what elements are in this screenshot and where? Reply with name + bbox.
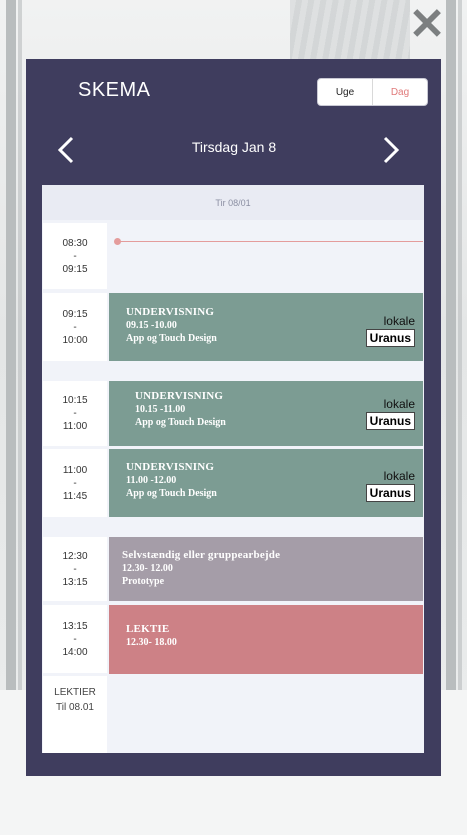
- slot-dash: -: [73, 408, 77, 419]
- event-time: 12.30- 12.00: [122, 563, 173, 574]
- day-header: Tir 08/01: [42, 185, 424, 220]
- event-card[interactable]: UNDERVISNING 10.15 -11.00 App og Touch D…: [109, 381, 423, 446]
- homework-cell: LEKTIER Til 08.01: [43, 676, 107, 753]
- slot-start: 08:30: [62, 237, 88, 249]
- slot-start: 09:15: [62, 308, 88, 320]
- day-calendar: Tir 08/01 08:30 - 09:15 09:15 - 10:00 10…: [42, 185, 424, 753]
- slot-dash: -: [73, 321, 77, 333]
- event-card[interactable]: UNDERVISNING 09.15 -10.00 App og Touch D…: [109, 293, 423, 361]
- event-card[interactable]: LEKTIE 12.30- 18.00: [109, 605, 423, 674]
- slot-start: 11:00: [62, 464, 88, 476]
- event-location: lokale Uranus: [365, 314, 415, 347]
- slot-end: 11:00: [62, 421, 88, 432]
- week-view-button[interactable]: Uge: [318, 79, 373, 105]
- slot-dash: -: [73, 563, 77, 575]
- slot-end: 10:00: [62, 334, 88, 346]
- homework-area: [109, 676, 423, 753]
- event-location: lokale Uranus: [365, 469, 415, 502]
- time-slot: 11:00 - 11:45: [43, 449, 107, 517]
- current-time-dot: [114, 238, 121, 245]
- chevron-left-icon[interactable]: [54, 134, 78, 166]
- event-location: lokale Uranus: [365, 397, 415, 430]
- homework-label: LEKTIER: [54, 687, 96, 698]
- day-view-button[interactable]: Dag: [373, 79, 427, 105]
- event-title: LEKTIE: [126, 623, 170, 635]
- event-card[interactable]: UNDERVISNING 11.00 -12.00 App og Touch D…: [109, 449, 423, 517]
- slot-start: 10:15: [62, 395, 88, 406]
- time-slot: 12:30 - 13:15: [43, 537, 107, 601]
- slot-dash: -: [73, 477, 77, 489]
- shelf-pole: [18, 0, 22, 690]
- time-slot: 08:30 - 09:15: [43, 223, 107, 289]
- slot-dash: -: [73, 633, 77, 645]
- event-description: Prototype: [122, 576, 165, 587]
- event-title: Selvstændig eller gruppearbejde: [122, 549, 281, 561]
- room-badge: Uranus: [365, 484, 415, 502]
- slot-start: 13:15: [62, 620, 88, 632]
- view-toggle: Uge Dag: [317, 78, 428, 106]
- shelf-pole: [446, 0, 456, 690]
- slot-end: 11:45: [62, 490, 88, 502]
- time-slot: 10:15 - 11:00: [43, 381, 107, 446]
- slot-end: 09:15: [62, 263, 88, 275]
- shelf-pole: [6, 0, 16, 690]
- shelf-pole: [458, 0, 462, 690]
- time-slot: 09:15 - 10:00: [43, 293, 107, 361]
- schedule-modal: SKEMA Uge Dag Tirsdag Jan 8 Tir 08/01 08…: [26, 59, 441, 776]
- close-icon[interactable]: ✕: [408, 3, 446, 47]
- lokale-label: lokale: [383, 314, 415, 328]
- lokale-label: lokale: [383, 469, 415, 483]
- current-date: Tirsdag Jan 8: [191, 139, 277, 155]
- event-time: 12.30- 18.00: [126, 637, 177, 648]
- event-card[interactable]: Selvstændig eller gruppearbejde 12.30- 1…: [109, 537, 423, 601]
- lokale-label: lokale: [383, 397, 415, 411]
- slot-end: 13:15: [62, 576, 88, 588]
- slot-dash: -: [73, 250, 77, 262]
- page-title: SKEMA: [78, 79, 151, 101]
- homework-until: Til 08.01: [56, 702, 94, 713]
- slot-end: 14:00: [62, 646, 88, 658]
- time-slot: 13:15 - 14:00: [43, 605, 107, 673]
- room-badge: Uranus: [365, 412, 415, 430]
- chevron-right-icon[interactable]: [379, 134, 403, 166]
- current-time-line: [117, 241, 423, 242]
- slot-start: 12:30: [62, 550, 88, 562]
- room-badge: Uranus: [365, 329, 415, 347]
